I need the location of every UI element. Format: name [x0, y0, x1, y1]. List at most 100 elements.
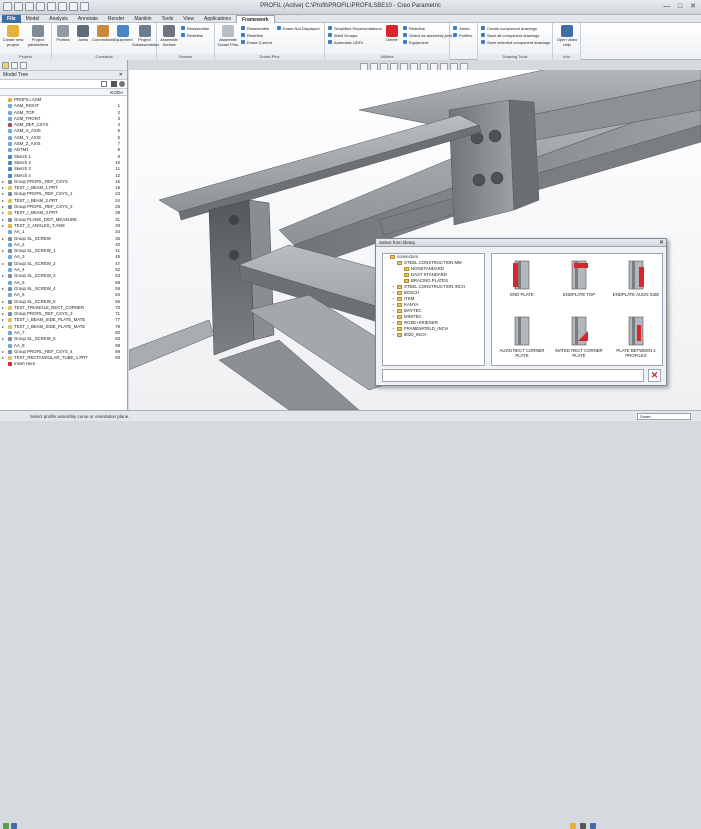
model-tree-tab-icon[interactable] [2, 62, 9, 69]
part-icon [8, 318, 12, 323]
favorites-tab-icon[interactable] [20, 62, 27, 69]
project-subassemblies-button[interactable]: Project Subassemblies [132, 25, 159, 47]
browser-icon[interactable] [11, 823, 17, 829]
model-tree-header: Model Tree ✕ [0, 71, 127, 80]
erase-not-displayed-button[interactable]: Erase Not Displayed [277, 26, 319, 31]
sketch-icon [8, 154, 12, 159]
connector-thumbnail-icon [513, 260, 530, 290]
tab-analysis[interactable]: Analysis [44, 15, 73, 23]
settings-icon[interactable] [111, 81, 117, 87]
status-icons-left [3, 823, 17, 829]
tab-model[interactable]: Model [21, 15, 45, 23]
sketch-icon [8, 173, 12, 178]
model-tree-column-header[interactable]: KODA [0, 89, 127, 96]
selection-icon[interactable] [580, 823, 586, 829]
group-icon [8, 274, 12, 279]
part-icon [8, 211, 12, 216]
folder-icon [397, 285, 402, 289]
show-icon[interactable] [101, 81, 107, 87]
plane-icon [8, 110, 12, 115]
redefine-button[interactable]: Redefine [403, 26, 425, 31]
axis-icon [8, 330, 12, 335]
redefine-pins-button[interactable]: Redefine [241, 33, 263, 38]
selection-filter-dropdown[interactable]: Smart [637, 413, 691, 420]
close-icon[interactable]: ✕ [119, 71, 123, 80]
model-tree-title: Model Tree [3, 72, 29, 78]
selection-field[interactable] [382, 369, 644, 382]
regeneration-icon[interactable] [570, 823, 576, 829]
minimize-button[interactable]: — [662, 2, 672, 11]
folder-icon [397, 291, 402, 295]
part-icon [8, 198, 12, 203]
find-icon[interactable] [590, 823, 596, 829]
save-all-component-drawings-button[interactable]: Save all component drawings [481, 33, 539, 38]
close-icon[interactable]: ✕ [659, 239, 664, 247]
parameters-icon [32, 25, 44, 37]
folder-browser-tab-icon[interactable] [11, 62, 18, 69]
group-label: Dowel Pins [215, 54, 324, 60]
axis-icon [8, 293, 12, 298]
video-help-icon [561, 25, 573, 37]
tab-tools[interactable]: Tools [157, 15, 179, 23]
profiles-button[interactable]: Profiles [52, 25, 74, 43]
assemble-screws-button[interactable]: Assemble Screws [158, 25, 180, 47]
ribbon-tabs: File Model Analysis Annotate Render Mani… [0, 14, 701, 23]
group-icon [8, 249, 12, 254]
library-tree-item[interactable]: +8020_INCH [383, 332, 484, 338]
project-parameters-button[interactable]: Project parameters [27, 25, 49, 47]
equipment-small-button[interactable]: Equipment [403, 40, 428, 45]
connections-button[interactable]: Connections [92, 25, 114, 43]
tab-annotate[interactable]: Annotate [73, 15, 103, 23]
library-item[interactable]: ENDPLATE AUGN SIZE [608, 256, 664, 310]
redefine-screws-button[interactable]: Redefine [181, 33, 203, 38]
assemble-dowel-pins-button[interactable]: Assemble Dowel Pins [217, 25, 239, 47]
tab-view[interactable]: View [178, 15, 199, 23]
part-icon [8, 186, 12, 191]
group-icon [8, 236, 12, 241]
automatic-udfs-button[interactable]: Automatic UDFs [328, 40, 363, 45]
connector-thumbnail-icon [571, 316, 588, 346]
axis-icon [8, 230, 12, 235]
save-selected-component-drawings-button[interactable]: Save selected component drawings [481, 40, 550, 45]
toggle-navigator-icon[interactable] [3, 823, 9, 829]
group-label: Drawing Tools [478, 54, 552, 60]
create-new-project-button[interactable]: Create new project [2, 25, 24, 47]
tree-row[interactable]: Insert Here [0, 361, 127, 367]
erase-current-button[interactable]: Erase Current [241, 40, 272, 45]
library-item[interactable]: PLATE BETWEEN 2 PROFILES [608, 312, 664, 366]
tab-framework[interactable]: Framework [235, 14, 275, 23]
library-item[interactable]: AUGN RECT CORNER PLATE [494, 312, 550, 366]
tab-manikin[interactable]: Manikin [129, 15, 156, 23]
tab-render[interactable]: Render [103, 15, 129, 23]
maximize-button[interactable]: □ [675, 2, 685, 11]
model-tree-search[interactable] [0, 80, 127, 89]
folder-icon [397, 333, 402, 337]
close-button[interactable]: ✕ [688, 2, 698, 11]
library-item[interactable]: END PLATE [494, 256, 550, 310]
simplified-representations-button[interactable]: Simplified Representations [328, 26, 382, 31]
joints-icon [77, 25, 89, 37]
select-as-assembly-joint-button[interactable]: Select as assembly joint [403, 33, 452, 38]
profiles-small-button[interactable]: Profiles [453, 33, 472, 38]
weld-groups-button[interactable]: Weld Groups [328, 33, 357, 38]
equipment-button[interactable]: Equipment [112, 25, 134, 43]
joints-small-button[interactable]: Joints [453, 26, 469, 31]
expand-icon[interactable]: + [392, 332, 394, 338]
tab-applications[interactable]: Applications [199, 15, 236, 23]
create-component-drawings-button[interactable]: Create component drawings [481, 26, 537, 31]
open-video-help-button[interactable]: Open video help [556, 25, 578, 47]
tab-file[interactable]: File [2, 14, 21, 23]
library-item[interactable]: ENDPLATE TOP [551, 256, 607, 310]
library-item[interactable]: MATED RECT CORNER PLATE [551, 312, 607, 366]
asm-icon [8, 98, 12, 102]
reassemble-screws-button[interactable]: Reassemble [181, 26, 209, 31]
delete-icon [386, 25, 398, 37]
group-icon [8, 312, 12, 317]
search-icon[interactable] [119, 81, 125, 87]
sketch-icon [8, 160, 12, 165]
equipment-icon [117, 25, 129, 37]
cancel-button[interactable]: ✕ [648, 369, 661, 382]
delete-button[interactable]: Delete [381, 25, 403, 43]
reassemble-pins-button[interactable]: Reassemble [241, 26, 269, 31]
joints-button[interactable]: Joints [72, 25, 94, 43]
